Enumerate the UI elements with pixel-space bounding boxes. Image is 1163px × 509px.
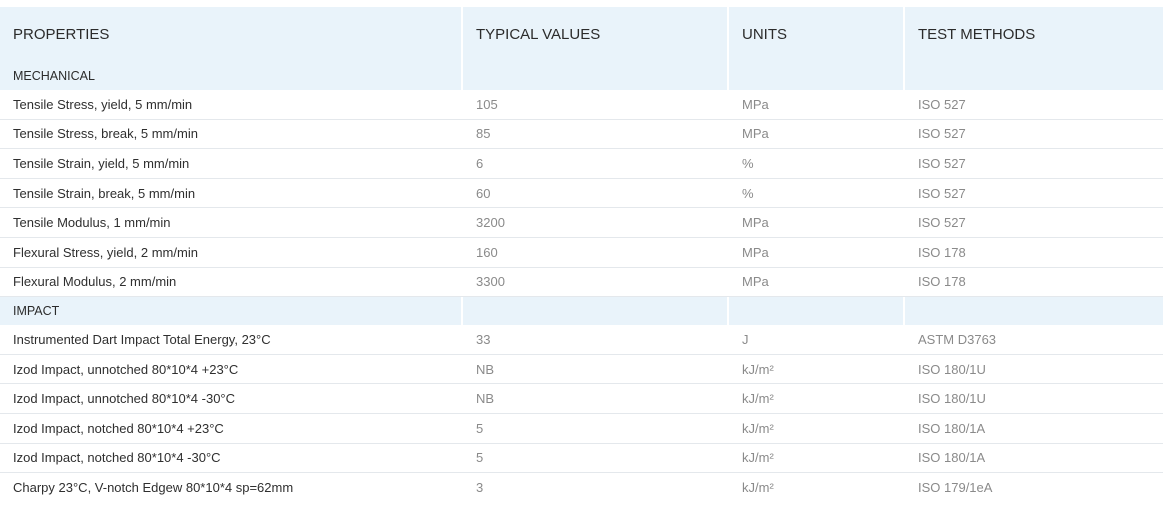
typical-value: 5 — [476, 420, 484, 436]
test-method: ISO 179/1eA — [918, 480, 993, 496]
typical-value: 6 — [476, 155, 484, 171]
table-row: Izod Impact, unnotched 80*10*4 -30°C NB kJ… — [0, 384, 1163, 414]
typical-value: 5 — [476, 450, 484, 466]
table-row: Charpy 23°C, V-notch Edgew 80*10*4 sp=62… — [0, 473, 1163, 503]
table-row: Tensile Modulus, 1 mm/min 3200 MPa ISO 527 — [0, 208, 1163, 238]
header-properties: PROPERTIES — [0, 7, 463, 62]
property-name: Instrumented Dart Impact Total Energy, 2… — [13, 331, 271, 347]
table-row: Instrumented Dart Impact Total Energy, 2… — [0, 325, 1163, 355]
test-method: ISO 527 — [918, 155, 966, 171]
table-row: Izod Impact, notched 80*10*4 -30°C 5 kJ/m²… — [0, 444, 1163, 474]
section-empty-cell — [729, 297, 905, 326]
section-title: IMPACT — [0, 297, 463, 326]
property-name: Izod Impact, unnotched 80*10*4 -30°C — [13, 391, 236, 407]
property-name: Tensile Stress, yield, 5 mm/min — [13, 96, 193, 112]
test-method: ISO 180/1A — [918, 450, 986, 466]
typical-value: 3300 — [476, 274, 505, 290]
typical-value: 3 — [476, 480, 484, 496]
table-row: Izod Impact, unnotched 80*10*4 +23°C NB kJ… — [0, 355, 1163, 385]
unit-value: % — [742, 185, 754, 201]
test-method: ISO 527 — [918, 215, 966, 231]
test-method: ISO 527 — [918, 96, 966, 112]
table-row: Tensile Strain, break, 5 mm/min 60% ISO 52… — [0, 179, 1163, 209]
property-name: Tensile Modulus, 1 mm/min — [13, 215, 171, 231]
unit-value: MPa — [742, 244, 769, 260]
unit-value: kJ/m² — [742, 480, 774, 496]
test-method: ISO 178 — [918, 244, 966, 260]
typical-value: 105 — [476, 96, 498, 112]
unit-value: MPa — [742, 215, 769, 231]
table-row: Tensile Stress, yield, 5 mm/min 105 MPa ISO… — [0, 90, 1163, 120]
property-name: Tensile Strain, break, 5 mm/min — [13, 185, 196, 201]
section-empty-cell — [463, 297, 729, 326]
unit-value: MPa — [742, 126, 769, 142]
test-method: ISO 178 — [918, 274, 966, 290]
test-method: ISO 180/1U — [918, 361, 986, 377]
header-units: UNITS — [729, 7, 905, 62]
typical-value: 3200 — [476, 215, 505, 231]
test-method: ASTM D3763 — [918, 331, 997, 347]
section-title: MECHANICAL — [0, 62, 463, 90]
typical-value: NB — [476, 361, 495, 377]
typical-value: 33 — [476, 331, 491, 347]
section-header-row: MECHANICAL — [0, 62, 1163, 90]
table-row: Flexural Modulus, 2 mm/min 3300 MPa ISO 178 — [0, 268, 1163, 298]
table-body: MECHANICAL Tensile Stress, yield, 5 mm/mi… — [0, 62, 1163, 503]
property-name: Flexural Stress, yield, 2 mm/min — [13, 244, 198, 260]
property-name: Flexural Modulus, 2 mm/min — [13, 274, 177, 290]
table-row: Tensile Strain, yield, 5 mm/min 6% ISO 527 — [0, 149, 1163, 179]
properties-table: PROPERTIES TYPICAL VALUES UNITS TEST MET… — [0, 7, 1163, 503]
unit-value: kJ/m² — [742, 391, 774, 407]
unit-value: J — [742, 331, 749, 347]
unit-value: MPa — [742, 96, 769, 112]
typical-value: 160 — [476, 244, 498, 260]
section-empty-cell — [729, 62, 905, 90]
header-test-methods: TEST METHODS — [918, 26, 1036, 43]
unit-value: % — [742, 155, 754, 171]
unit-value: kJ/m² — [742, 450, 774, 466]
table-row: Flexural Stress, yield, 2 mm/min 160 MPa IS… — [0, 238, 1163, 268]
test-method: ISO 180/1A — [918, 420, 986, 436]
section-empty-cell — [463, 62, 729, 90]
property-name: Izod Impact, unnotched 80*10*4 +23°C — [13, 361, 239, 377]
unit-value: kJ/m² — [742, 361, 774, 377]
header-typical-values: TYPICAL VALUES — [463, 7, 729, 62]
test-method: ISO 180/1U — [918, 391, 986, 407]
property-name: Izod Impact, notched 80*10*4 -30°C — [13, 450, 221, 466]
property-name: Charpy 23°C, V-notch Edgew 80*10*4 sp=62… — [13, 480, 294, 496]
typical-value: 60 — [476, 185, 491, 201]
property-name: Tensile Stress, break, 5 mm/min — [13, 126, 198, 142]
table-row: Tensile Stress, break, 5 mm/min 85 MPa ISO … — [0, 120, 1163, 150]
property-name: Tensile Strain, yield, 5 mm/min — [13, 155, 190, 171]
table-header-row: PROPERTIES TYPICAL VALUES UNITS TEST MET… — [0, 7, 1163, 62]
property-name: Izod Impact, notched 80*10*4 +23°C — [13, 420, 224, 436]
test-method: ISO 527 — [918, 126, 966, 142]
test-method: ISO 527 — [918, 185, 966, 201]
unit-value: kJ/m² — [742, 420, 774, 436]
unit-value: MPa — [742, 274, 769, 290]
table-row: Izod Impact, notched 80*10*4 +23°C 5 kJ/m²… — [0, 414, 1163, 444]
section-header-row: IMPACT — [0, 297, 1163, 326]
typical-value: NB — [476, 391, 495, 407]
typical-value: 85 — [476, 126, 491, 142]
